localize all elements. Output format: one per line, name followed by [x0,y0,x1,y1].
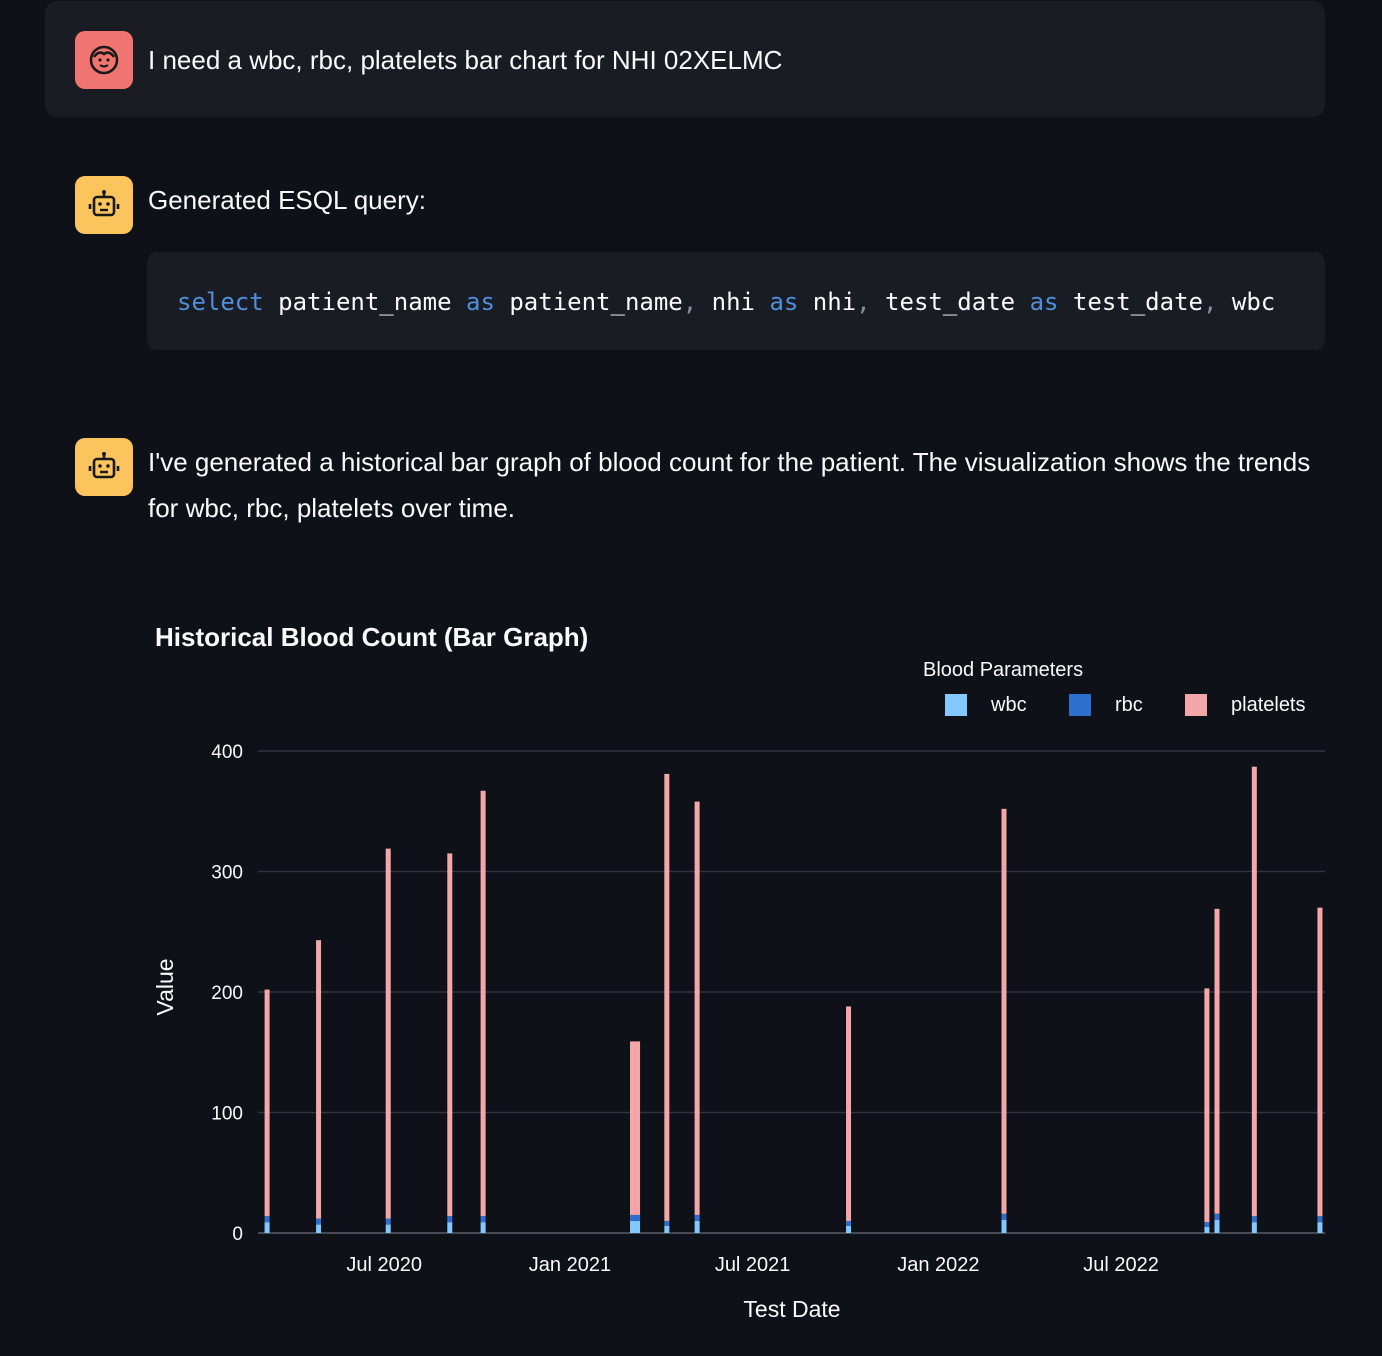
bar-rbc [1001,1213,1007,1220]
bar-wbc [1317,1222,1323,1233]
bar-rbc [316,1218,322,1225]
y-tick-label: 200 [211,983,243,1004]
bar-platelets [635,1041,641,1215]
y-tick-label: 100 [211,1104,243,1125]
bar-wbc [480,1222,486,1233]
bar-platelets [480,790,486,1217]
x-axis-title: Test Date [743,1296,840,1322]
bar-wbc [630,1220,636,1233]
y-axis-title: Value [152,958,178,1015]
bar-rbc [846,1220,852,1226]
bar-wbc [447,1222,453,1233]
bar-wbc [664,1225,670,1233]
y-tick-label: 0 [232,1224,243,1245]
bar-platelets [630,1041,636,1215]
bar-platelets [385,848,391,1219]
bar-wbc [264,1222,270,1233]
bar-platelets [664,773,670,1221]
x-tick-label: Jan 2021 [529,1254,611,1276]
bar-wbc [316,1224,322,1233]
bar-rbc [1214,1213,1220,1220]
bar-rbc [385,1218,391,1225]
bar-platelets [447,853,453,1217]
bar-wbc [635,1220,641,1233]
y-tick-label: 300 [211,863,243,884]
bar-rbc [447,1216,453,1223]
x-tick-label: Jan 2022 [897,1254,979,1276]
bar-platelets [694,801,700,1215]
bar-platelets [1251,766,1257,1217]
bar-rbc [630,1214,636,1221]
bar-platelets [1214,908,1220,1214]
bar-wbc [846,1225,852,1233]
bar-rbc [480,1216,486,1223]
bar-rbc [1204,1222,1210,1227]
bar-chart[interactable]: 0 100 200 300 400 Jul 2020 Jan 2021 Jul 2021 Jan… [0,0,1382,1356]
x-tick-label: Jul 2020 [346,1254,422,1276]
y-tick-label: 400 [211,742,243,763]
bar-rbc [664,1220,670,1226]
bar-platelets [264,989,270,1217]
bar-wbc [1204,1226,1210,1233]
bar-rbc [1317,1216,1323,1223]
bar-rbc [635,1214,641,1221]
bar-platelets [1317,907,1323,1217]
bar-wbc [385,1224,391,1233]
bar-rbc [694,1214,700,1221]
bar-platelets [1001,808,1007,1214]
bar-platelets [1204,988,1210,1223]
bar-platelets [316,940,322,1219]
x-tick-label: Jul 2022 [1083,1254,1159,1276]
bar-rbc [264,1216,270,1223]
bar-wbc [694,1220,700,1233]
x-tick-label: Jul 2021 [715,1254,791,1276]
bar-rbc [1251,1216,1257,1223]
bar-wbc [1001,1219,1007,1233]
bar-wbc [1251,1222,1257,1233]
bar-wbc [1214,1219,1220,1233]
bar-platelets [846,1006,852,1221]
